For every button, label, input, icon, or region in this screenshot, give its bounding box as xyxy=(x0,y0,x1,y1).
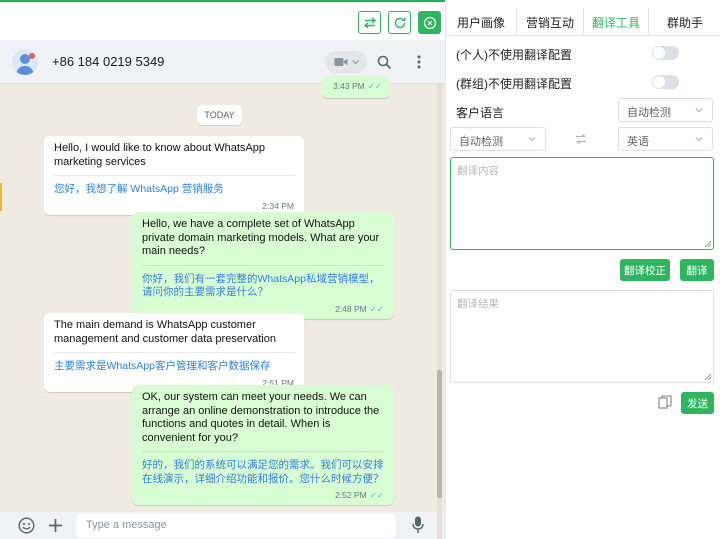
previous-message-bubble[interactable]: 3:43 PM ✓✓ xyxy=(322,76,390,98)
chevron-down-icon xyxy=(695,137,703,142)
target-language-value: 英语 xyxy=(627,136,649,148)
translate-button[interactable]: 翻译 xyxy=(680,259,714,281)
message-time: 2:48 PM xyxy=(335,303,367,314)
chevron-down-icon xyxy=(351,59,359,64)
customer-language-label: 客户语言 xyxy=(456,106,505,120)
chevron-down-icon xyxy=(695,108,703,113)
personal-translation-label: (个人)不使用翻译配置 xyxy=(456,48,572,62)
close-circle-icon xyxy=(423,16,436,29)
more-vertical-icon xyxy=(417,55,421,69)
refresh-icon xyxy=(394,17,405,28)
close-button[interactable] xyxy=(418,11,441,34)
message-text: Hello, we have a complete set of WhatsAp… xyxy=(142,218,380,257)
microphone-icon[interactable] xyxy=(412,516,424,534)
group-translation-toggle[interactable] xyxy=(652,75,679,89)
date-divider: TODAY xyxy=(197,105,242,125)
video-call-button[interactable] xyxy=(325,51,367,73)
swap-languages-icon[interactable] xyxy=(574,132,588,146)
message-bubble-incoming[interactable]: Hello, I would like to know about WhatsA… xyxy=(44,136,304,215)
search-icon xyxy=(377,55,391,69)
source-language-select[interactable]: 自动检测 xyxy=(450,127,546,151)
target-language-select[interactable]: 英语 xyxy=(618,127,713,151)
panel-tabs: 用户画像 营销互动 翻译工具 群助手 xyxy=(446,8,720,36)
message-input[interactable]: Type a message xyxy=(76,514,396,538)
plus-icon[interactable] xyxy=(48,518,63,533)
avatar[interactable] xyxy=(12,49,38,75)
message-translation: 主要需求是WhatsApp客户管理和客户数据保存 xyxy=(54,352,294,374)
swap-arrows-button[interactable] xyxy=(358,11,381,34)
message-translation: 好的，我们的系统可以满足您的需求。我们可以安排在线演示，详细介绍功能和报价。您什… xyxy=(142,451,384,486)
translation-correct-button[interactable]: 翻译校正 xyxy=(620,259,670,281)
translation-input-placeholder: 翻译内容 xyxy=(457,165,499,177)
swap-arrows-icon xyxy=(363,16,376,29)
chevron-down-icon xyxy=(528,137,536,142)
message-translation: 你好，我们有一套完整的WhatsApp私域营销模型，请问你的主要需求是什么？ xyxy=(142,264,384,300)
message-time: 2:52 PM xyxy=(335,490,367,500)
emoji-icon[interactable] xyxy=(18,517,35,534)
message-text: OK, our system can meet your needs. We c… xyxy=(142,391,380,444)
message-text: Hello, I would like to know about WhatsA… xyxy=(54,142,265,168)
unread-accent-bar xyxy=(0,183,2,211)
resize-handle-icon[interactable] xyxy=(704,240,712,248)
read-ticks-icon: ✓✓ xyxy=(367,81,382,91)
translation-input[interactable]: 翻译内容 xyxy=(450,157,714,250)
tab-translation-tools[interactable]: 翻译工具 xyxy=(584,8,648,36)
menu-button[interactable] xyxy=(410,53,428,71)
customer-language-value: 自动检测 xyxy=(627,107,671,119)
source-language-value: 自动检测 xyxy=(459,136,503,148)
message-bubble-incoming[interactable]: The main demand is WhatsApp customer man… xyxy=(44,313,304,392)
read-ticks-icon: ✓✓ xyxy=(369,303,384,314)
translation-panel: 用户画像 营销互动 翻译工具 群助手 (个人)不使用翻译配置 (群组)不使用翻译… xyxy=(445,0,720,539)
message-text: The main demand is WhatsApp customer man… xyxy=(54,319,276,345)
copy-icon[interactable] xyxy=(658,395,672,409)
message-list: 3:43 PM ✓✓ TODAY Hello, I would like to k… xyxy=(0,76,437,514)
message-time: 3:43 PM xyxy=(333,81,365,91)
personal-translation-toggle[interactable] xyxy=(652,46,679,60)
message-bubble-outgoing[interactable]: OK, our system can meet your needs. We c… xyxy=(132,385,394,505)
resize-handle-icon[interactable] xyxy=(704,373,712,381)
read-ticks-icon: ✓✓ xyxy=(369,490,384,500)
chat-panel: +86 184 0219 5349 3:43 PM ✓✓ TODAY Hello… xyxy=(0,40,445,539)
contact-phone: +86 184 0219 5349 xyxy=(52,54,165,69)
message-bubble-outgoing[interactable]: Hello, we have a complete set of WhatsAp… xyxy=(132,212,394,319)
translation-result[interactable]: 翻译结果 xyxy=(450,290,714,383)
translation-result-placeholder: 翻译结果 xyxy=(457,298,499,310)
tab-group-assistant[interactable]: 群助手 xyxy=(649,8,720,36)
chat-scroll-thumb[interactable] xyxy=(437,370,442,498)
video-camera-icon xyxy=(334,58,347,66)
tab-user-profile[interactable]: 用户画像 xyxy=(446,8,516,36)
refresh-button[interactable] xyxy=(388,11,411,34)
tab-marketing[interactable]: 营销互动 xyxy=(517,8,583,36)
send-button[interactable]: 发送 xyxy=(681,392,714,414)
message-translation: 您好，我想了解 WhatsApp 营销服务 xyxy=(54,175,294,197)
search-button[interactable] xyxy=(375,53,393,71)
message-time: 2:34 PM xyxy=(262,200,294,211)
group-translation-label: (群组)不使用翻译配置 xyxy=(456,77,572,91)
customer-language-select[interactable]: 自动检测 xyxy=(618,98,713,122)
